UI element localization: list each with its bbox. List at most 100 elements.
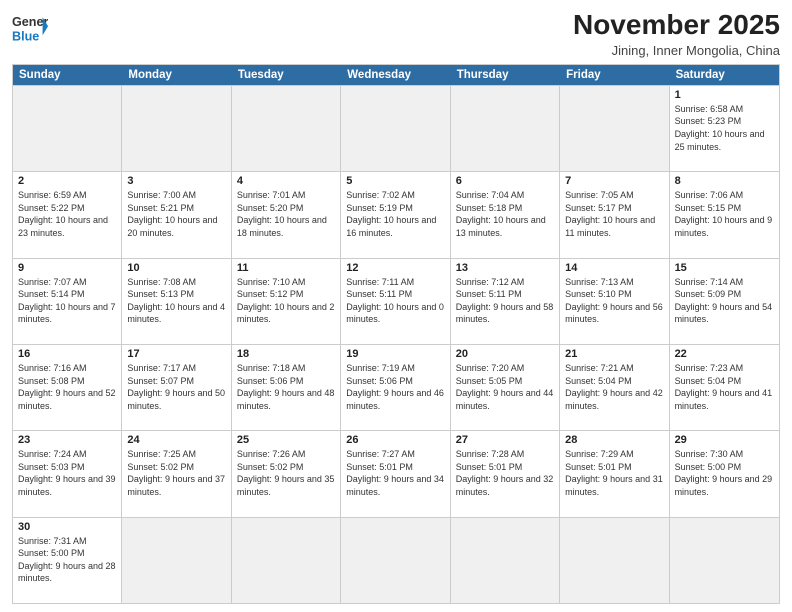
day-number: 3	[127, 175, 225, 187]
svg-text:Blue: Blue	[12, 30, 39, 44]
header: General Blue November 2025 Jining, Inner…	[12, 10, 780, 58]
day-info: Sunrise: 7:20 AM Sunset: 5:05 PM Dayligh…	[456, 362, 554, 412]
day-info: Sunrise: 6:59 AM Sunset: 5:22 PM Dayligh…	[18, 189, 116, 239]
calendar-cell: 15Sunrise: 7:14 AM Sunset: 5:09 PM Dayli…	[670, 259, 779, 344]
calendar-cell	[341, 86, 450, 171]
day-info: Sunrise: 7:07 AM Sunset: 5:14 PM Dayligh…	[18, 276, 116, 326]
day-number: 29	[675, 434, 774, 446]
day-number: 8	[675, 175, 774, 187]
calendar-cell: 14 Sunrise: 7:13 AM Sunset: 5:10 PM Dayli…	[560, 259, 669, 344]
day-number: 21	[565, 348, 663, 360]
day-number: 20	[456, 348, 554, 360]
calendar-cell: 22 Sunrise: 7:23 AM Sunset: 5:04 PM Dayli…	[670, 345, 779, 430]
day-number: 22	[675, 348, 774, 360]
calendar-cell	[451, 518, 560, 603]
day-number: 11	[237, 262, 335, 274]
day-info: Sunrise: 7:23 AM Sunset: 5:04 PM Dayligh…	[675, 362, 774, 412]
calendar-cell	[232, 86, 341, 171]
day-number: 28	[565, 434, 663, 446]
day-info: Sunrise: 7:31 AM Sunset: 5:00 PM Dayligh…	[18, 535, 116, 585]
day-number: 27	[456, 434, 554, 446]
day-number: 14	[565, 262, 663, 274]
calendar-cell: 3 Sunrise: 7:00 AM Sunset: 5:21 PM Daylig…	[122, 172, 231, 257]
day-number: 18	[237, 348, 335, 360]
calendar-cell: 27 Sunrise: 7:28 AM Sunset: 5:01 PM Dayli…	[451, 431, 560, 516]
day-number: 7	[565, 175, 663, 187]
calendar-header: SundayMondayTuesdayWednesdayThursdayFrid…	[13, 65, 779, 85]
calendar-cell: 5 Sunrise: 7:02 AM Sunset: 5:19 PM Daylig…	[341, 172, 450, 257]
day-number: 1	[675, 89, 774, 101]
day-info: Sunrise: 7:28 AM Sunset: 5:01 PM Dayligh…	[456, 448, 554, 498]
day-number: 19	[346, 348, 444, 360]
calendar-body: 1 Sunrise: 6:58 AM Sunset: 5:23 PM Daylig…	[13, 85, 779, 603]
day-info: Sunrise: 7:14 AM Sunset: 5:09 PM Dayligh…	[675, 276, 774, 326]
title-area: November 2025 Jining, Inner Mongolia, Ch…	[573, 10, 780, 58]
calendar-row-1: 2 Sunrise: 6:59 AM Sunset: 5:22 PM Daylig…	[13, 171, 779, 257]
day-info: Sunrise: 7:16 AM Sunset: 5:08 PM Dayligh…	[18, 362, 116, 412]
calendar-cell: 23 Sunrise: 7:24 AM Sunset: 5:03 PM Dayli…	[13, 431, 122, 516]
header-day-monday: Monday	[122, 65, 231, 85]
calendar-cell	[560, 86, 669, 171]
calendar-cell: 24 Sunrise: 7:25 AM Sunset: 5:02 PM Dayli…	[122, 431, 231, 516]
day-info: Sunrise: 7:05 AM Sunset: 5:17 PM Dayligh…	[565, 189, 663, 239]
calendar-cell	[451, 86, 560, 171]
day-number: 30	[18, 521, 116, 533]
day-number: 5	[346, 175, 444, 187]
day-info: Sunrise: 7:10 AM Sunset: 5:12 PM Dayligh…	[237, 276, 335, 326]
day-number: 9	[18, 262, 116, 274]
calendar-cell: 25Sunrise: 7:26 AM Sunset: 5:02 PM Dayli…	[232, 431, 341, 516]
day-info: Sunrise: 6:58 AM Sunset: 5:23 PM Dayligh…	[675, 103, 774, 153]
calendar-cell: 19 Sunrise: 7:19 AM Sunset: 5:06 PM Dayli…	[341, 345, 450, 430]
logo: General Blue	[12, 10, 48, 46]
day-number: 17	[127, 348, 225, 360]
day-info: Sunrise: 7:08 AM Sunset: 5:13 PM Dayligh…	[127, 276, 225, 326]
day-info: Sunrise: 7:21 AM Sunset: 5:04 PM Dayligh…	[565, 362, 663, 412]
calendar-cell	[341, 518, 450, 603]
header-day-thursday: Thursday	[451, 65, 560, 85]
day-info: Sunrise: 7:19 AM Sunset: 5:06 PM Dayligh…	[346, 362, 444, 412]
calendar-cell: 20 Sunrise: 7:20 AM Sunset: 5:05 PM Dayli…	[451, 345, 560, 430]
day-info: Sunrise: 7:02 AM Sunset: 5:19 PM Dayligh…	[346, 189, 444, 239]
calendar-cell: 28Sunrise: 7:29 AM Sunset: 5:01 PM Dayli…	[560, 431, 669, 516]
calendar-cell: 13 Sunrise: 7:12 AM Sunset: 5:11 PM Dayli…	[451, 259, 560, 344]
day-info: Sunrise: 7:12 AM Sunset: 5:11 PM Dayligh…	[456, 276, 554, 326]
calendar-cell	[122, 86, 231, 171]
calendar-cell: 7 Sunrise: 7:05 AM Sunset: 5:17 PM Daylig…	[560, 172, 669, 257]
calendar-cell	[13, 86, 122, 171]
day-number: 12	[346, 262, 444, 274]
day-number: 16	[18, 348, 116, 360]
header-day-sunday: Sunday	[13, 65, 122, 85]
calendar-row-4: 23 Sunrise: 7:24 AM Sunset: 5:03 PM Dayli…	[13, 430, 779, 516]
day-info: Sunrise: 7:00 AM Sunset: 5:21 PM Dayligh…	[127, 189, 225, 239]
day-info: Sunrise: 7:25 AM Sunset: 5:02 PM Dayligh…	[127, 448, 225, 498]
calendar-cell: 18 Sunrise: 7:18 AM Sunset: 5:06 PM Dayli…	[232, 345, 341, 430]
day-info: Sunrise: 7:11 AM Sunset: 5:11 PM Dayligh…	[346, 276, 444, 326]
day-number: 13	[456, 262, 554, 274]
calendar-cell: 21 Sunrise: 7:21 AM Sunset: 5:04 PM Dayli…	[560, 345, 669, 430]
day-info: Sunrise: 7:26 AM Sunset: 5:02 PM Dayligh…	[237, 448, 335, 498]
day-info: Sunrise: 7:24 AM Sunset: 5:03 PM Dayligh…	[18, 448, 116, 498]
day-number: 26	[346, 434, 444, 446]
day-info: Sunrise: 7:18 AM Sunset: 5:06 PM Dayligh…	[237, 362, 335, 412]
calendar-cell: 6Sunrise: 7:04 AM Sunset: 5:18 PM Daylig…	[451, 172, 560, 257]
calendar-cell: 16 Sunrise: 7:16 AM Sunset: 5:08 PM Dayli…	[13, 345, 122, 430]
calendar-cell: 29Sunrise: 7:30 AM Sunset: 5:00 PM Dayli…	[670, 431, 779, 516]
day-info: Sunrise: 7:13 AM Sunset: 5:10 PM Dayligh…	[565, 276, 663, 326]
day-number: 4	[237, 175, 335, 187]
day-info: Sunrise: 7:01 AM Sunset: 5:20 PM Dayligh…	[237, 189, 335, 239]
day-number: 2	[18, 175, 116, 187]
header-day-tuesday: Tuesday	[232, 65, 341, 85]
calendar-cell: 4 Sunrise: 7:01 AM Sunset: 5:20 PM Daylig…	[232, 172, 341, 257]
calendar-row-0: 1 Sunrise: 6:58 AM Sunset: 5:23 PM Daylig…	[13, 85, 779, 171]
day-number: 24	[127, 434, 225, 446]
logo-icon: General Blue	[12, 10, 48, 46]
day-number: 6	[456, 175, 554, 187]
calendar-cell	[670, 518, 779, 603]
day-number: 10	[127, 262, 225, 274]
day-number: 23	[18, 434, 116, 446]
calendar-cell: 17Sunrise: 7:17 AM Sunset: 5:07 PM Dayli…	[122, 345, 231, 430]
calendar-cell: 8Sunrise: 7:06 AM Sunset: 5:15 PM Daylig…	[670, 172, 779, 257]
calendar-cell	[560, 518, 669, 603]
page: General Blue November 2025 Jining, Inner…	[0, 0, 792, 612]
calendar-cell: 26Sunrise: 7:27 AM Sunset: 5:01 PM Dayli…	[341, 431, 450, 516]
